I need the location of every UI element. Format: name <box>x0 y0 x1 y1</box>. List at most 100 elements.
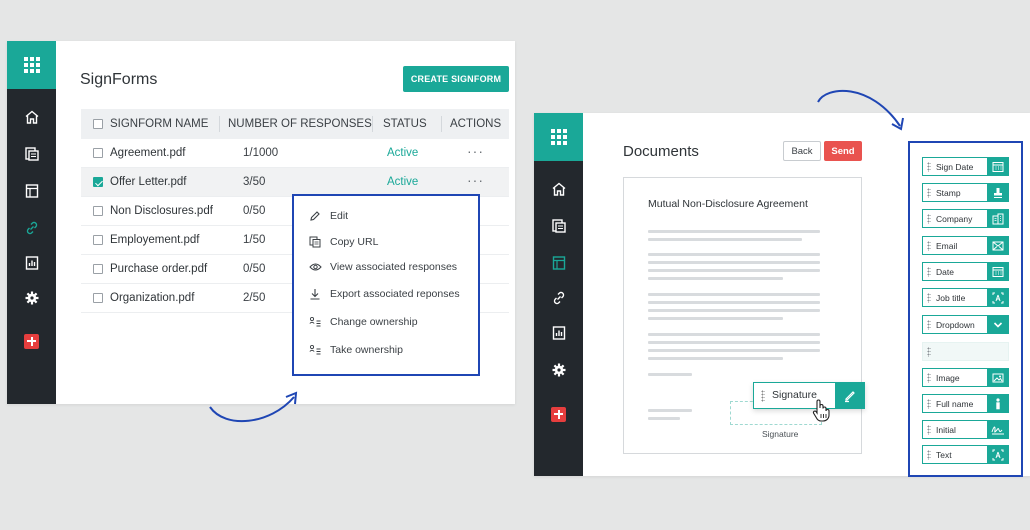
responses-count: 3/50 <box>243 176 266 188</box>
menu-item-take-ownership[interactable]: Take ownership <box>308 343 403 357</box>
text-line <box>648 409 692 412</box>
sidebar <box>534 113 583 476</box>
pencil-icon <box>308 209 322 223</box>
templates-icon[interactable] <box>534 251 583 275</box>
field-full-name[interactable]: Full name <box>922 394 1009 413</box>
row-checkbox[interactable] <box>93 293 103 303</box>
signform-name[interactable]: Employement.pdf <box>110 234 200 246</box>
menu-item-label: View associated responses <box>330 261 458 273</box>
text-line <box>648 349 820 352</box>
column-header-name[interactable]: SIGNFORM NAME <box>110 118 208 130</box>
field-sign-date[interactable]: Sign Date <box>922 157 1009 176</box>
menu-item-label: Edit <box>330 210 349 222</box>
table-row[interactable]: Agreement.pdf 1/1000 Active ··· <box>81 139 509 168</box>
menu-item-change-ownership[interactable]: Change ownership <box>308 315 418 329</box>
page-title: Documents <box>623 143 699 160</box>
drag-handle-icon <box>927 373 931 383</box>
menu-item-export-responses[interactable]: Export associated reponses <box>308 287 460 301</box>
menu-item-edit[interactable]: Edit <box>308 209 348 223</box>
menu-item-view-responses[interactable]: View associated responses <box>308 260 457 274</box>
drag-handle-icon <box>927 188 931 198</box>
more-actions-icon[interactable]: ··· <box>467 172 484 188</box>
drag-handle-icon <box>927 214 931 224</box>
signform-name[interactable]: Organization.pdf <box>110 292 194 304</box>
signform-name[interactable]: Non Disclosures.pdf <box>110 205 213 217</box>
field-label: Date <box>936 267 954 277</box>
add-icon[interactable] <box>7 329 56 353</box>
table-row[interactable]: Offer Letter.pdf 3/50 Active ··· <box>81 168 509 197</box>
field-dropdown[interactable]: Dropdown <box>922 315 1009 334</box>
text-line <box>648 230 820 233</box>
field-stamp[interactable]: Stamp <box>922 183 1009 202</box>
column-header-actions: ACTIONS <box>450 118 502 130</box>
reports-icon[interactable] <box>7 251 56 275</box>
row-checkbox[interactable] <box>93 177 103 187</box>
back-button[interactable]: Back <box>783 141 821 161</box>
sidebar <box>7 41 56 404</box>
signform-name[interactable]: Agreement.pdf <box>110 147 185 159</box>
drag-handle-icon <box>927 425 931 435</box>
column-header-status[interactable]: STATUS <box>383 118 427 130</box>
responses-count: 1/50 <box>243 234 266 246</box>
hand-cursor-icon <box>812 399 830 422</box>
field-date[interactable]: Date <box>922 262 1009 281</box>
signature-drag-chip[interactable]: Signature <box>753 382 865 409</box>
settings-icon[interactable] <box>534 358 583 382</box>
person-icon <box>987 395 1008 412</box>
field-placeholder[interactable] <box>922 342 1009 361</box>
field-email[interactable]: Email <box>922 236 1009 255</box>
mail-icon <box>987 237 1008 254</box>
arrow-decoration <box>209 391 298 423</box>
templates-icon[interactable] <box>7 179 56 203</box>
text-line <box>648 277 783 280</box>
documents-icon[interactable] <box>534 214 583 238</box>
send-button[interactable]: Send <box>824 141 862 161</box>
image-icon <box>987 369 1008 386</box>
drag-handle-icon <box>927 347 931 357</box>
text-line <box>648 269 820 272</box>
status-badge: Active <box>387 176 419 188</box>
row-checkbox[interactable] <box>93 206 103 216</box>
home-icon[interactable] <box>534 177 583 201</box>
field-label: Job title <box>936 293 966 303</box>
text-line <box>648 301 820 304</box>
create-signform-button[interactable]: CREATE SIGNFORM <box>403 66 509 92</box>
apps-icon[interactable] <box>7 41 56 89</box>
settings-icon[interactable] <box>7 286 56 310</box>
drag-handle-icon <box>927 293 931 303</box>
link-icon[interactable] <box>534 286 583 310</box>
add-icon[interactable] <box>534 402 583 426</box>
reports-icon[interactable] <box>534 321 583 345</box>
row-checkbox[interactable] <box>93 148 103 158</box>
field-text[interactable]: Text <box>922 445 1009 464</box>
drag-handle-icon[interactable] <box>761 390 765 402</box>
field-label: Image <box>936 373 960 383</box>
text-line <box>648 417 680 420</box>
row-checkbox[interactable] <box>93 235 103 245</box>
pen-icon[interactable] <box>835 382 865 409</box>
apps-icon[interactable] <box>534 113 583 161</box>
link-icon[interactable] <box>7 216 56 240</box>
column-header-responses[interactable]: NUMBER OF RESPONSES <box>228 118 372 130</box>
actions-context-menu: Edit Copy URL View associated responses … <box>292 194 480 376</box>
home-icon[interactable] <box>7 105 56 129</box>
more-actions-icon[interactable]: ··· <box>467 143 484 159</box>
field-label: Sign Date <box>936 162 974 172</box>
stamp-icon <box>987 184 1008 201</box>
calendar-icon <box>987 263 1008 280</box>
building-icon <box>987 210 1008 227</box>
field-initial[interactable]: Initial <box>922 420 1009 439</box>
signform-name[interactable]: Offer Letter.pdf <box>110 176 187 188</box>
document-title: Mutual Non-Disclosure Agreement <box>648 198 808 210</box>
row-checkbox[interactable] <box>93 264 103 274</box>
text-field-icon <box>987 289 1008 306</box>
field-image[interactable]: Image <box>922 368 1009 387</box>
menu-item-copy-url[interactable]: Copy URL <box>308 235 378 249</box>
field-job-title[interactable]: Job title <box>922 288 1009 307</box>
select-all-checkbox[interactable] <box>93 119 103 129</box>
documents-icon[interactable] <box>7 142 56 166</box>
signform-name[interactable]: Purchase order.pdf <box>110 263 207 275</box>
drag-handle-icon <box>927 241 931 251</box>
field-company[interactable]: Company <box>922 209 1009 228</box>
copy-icon <box>308 235 322 249</box>
